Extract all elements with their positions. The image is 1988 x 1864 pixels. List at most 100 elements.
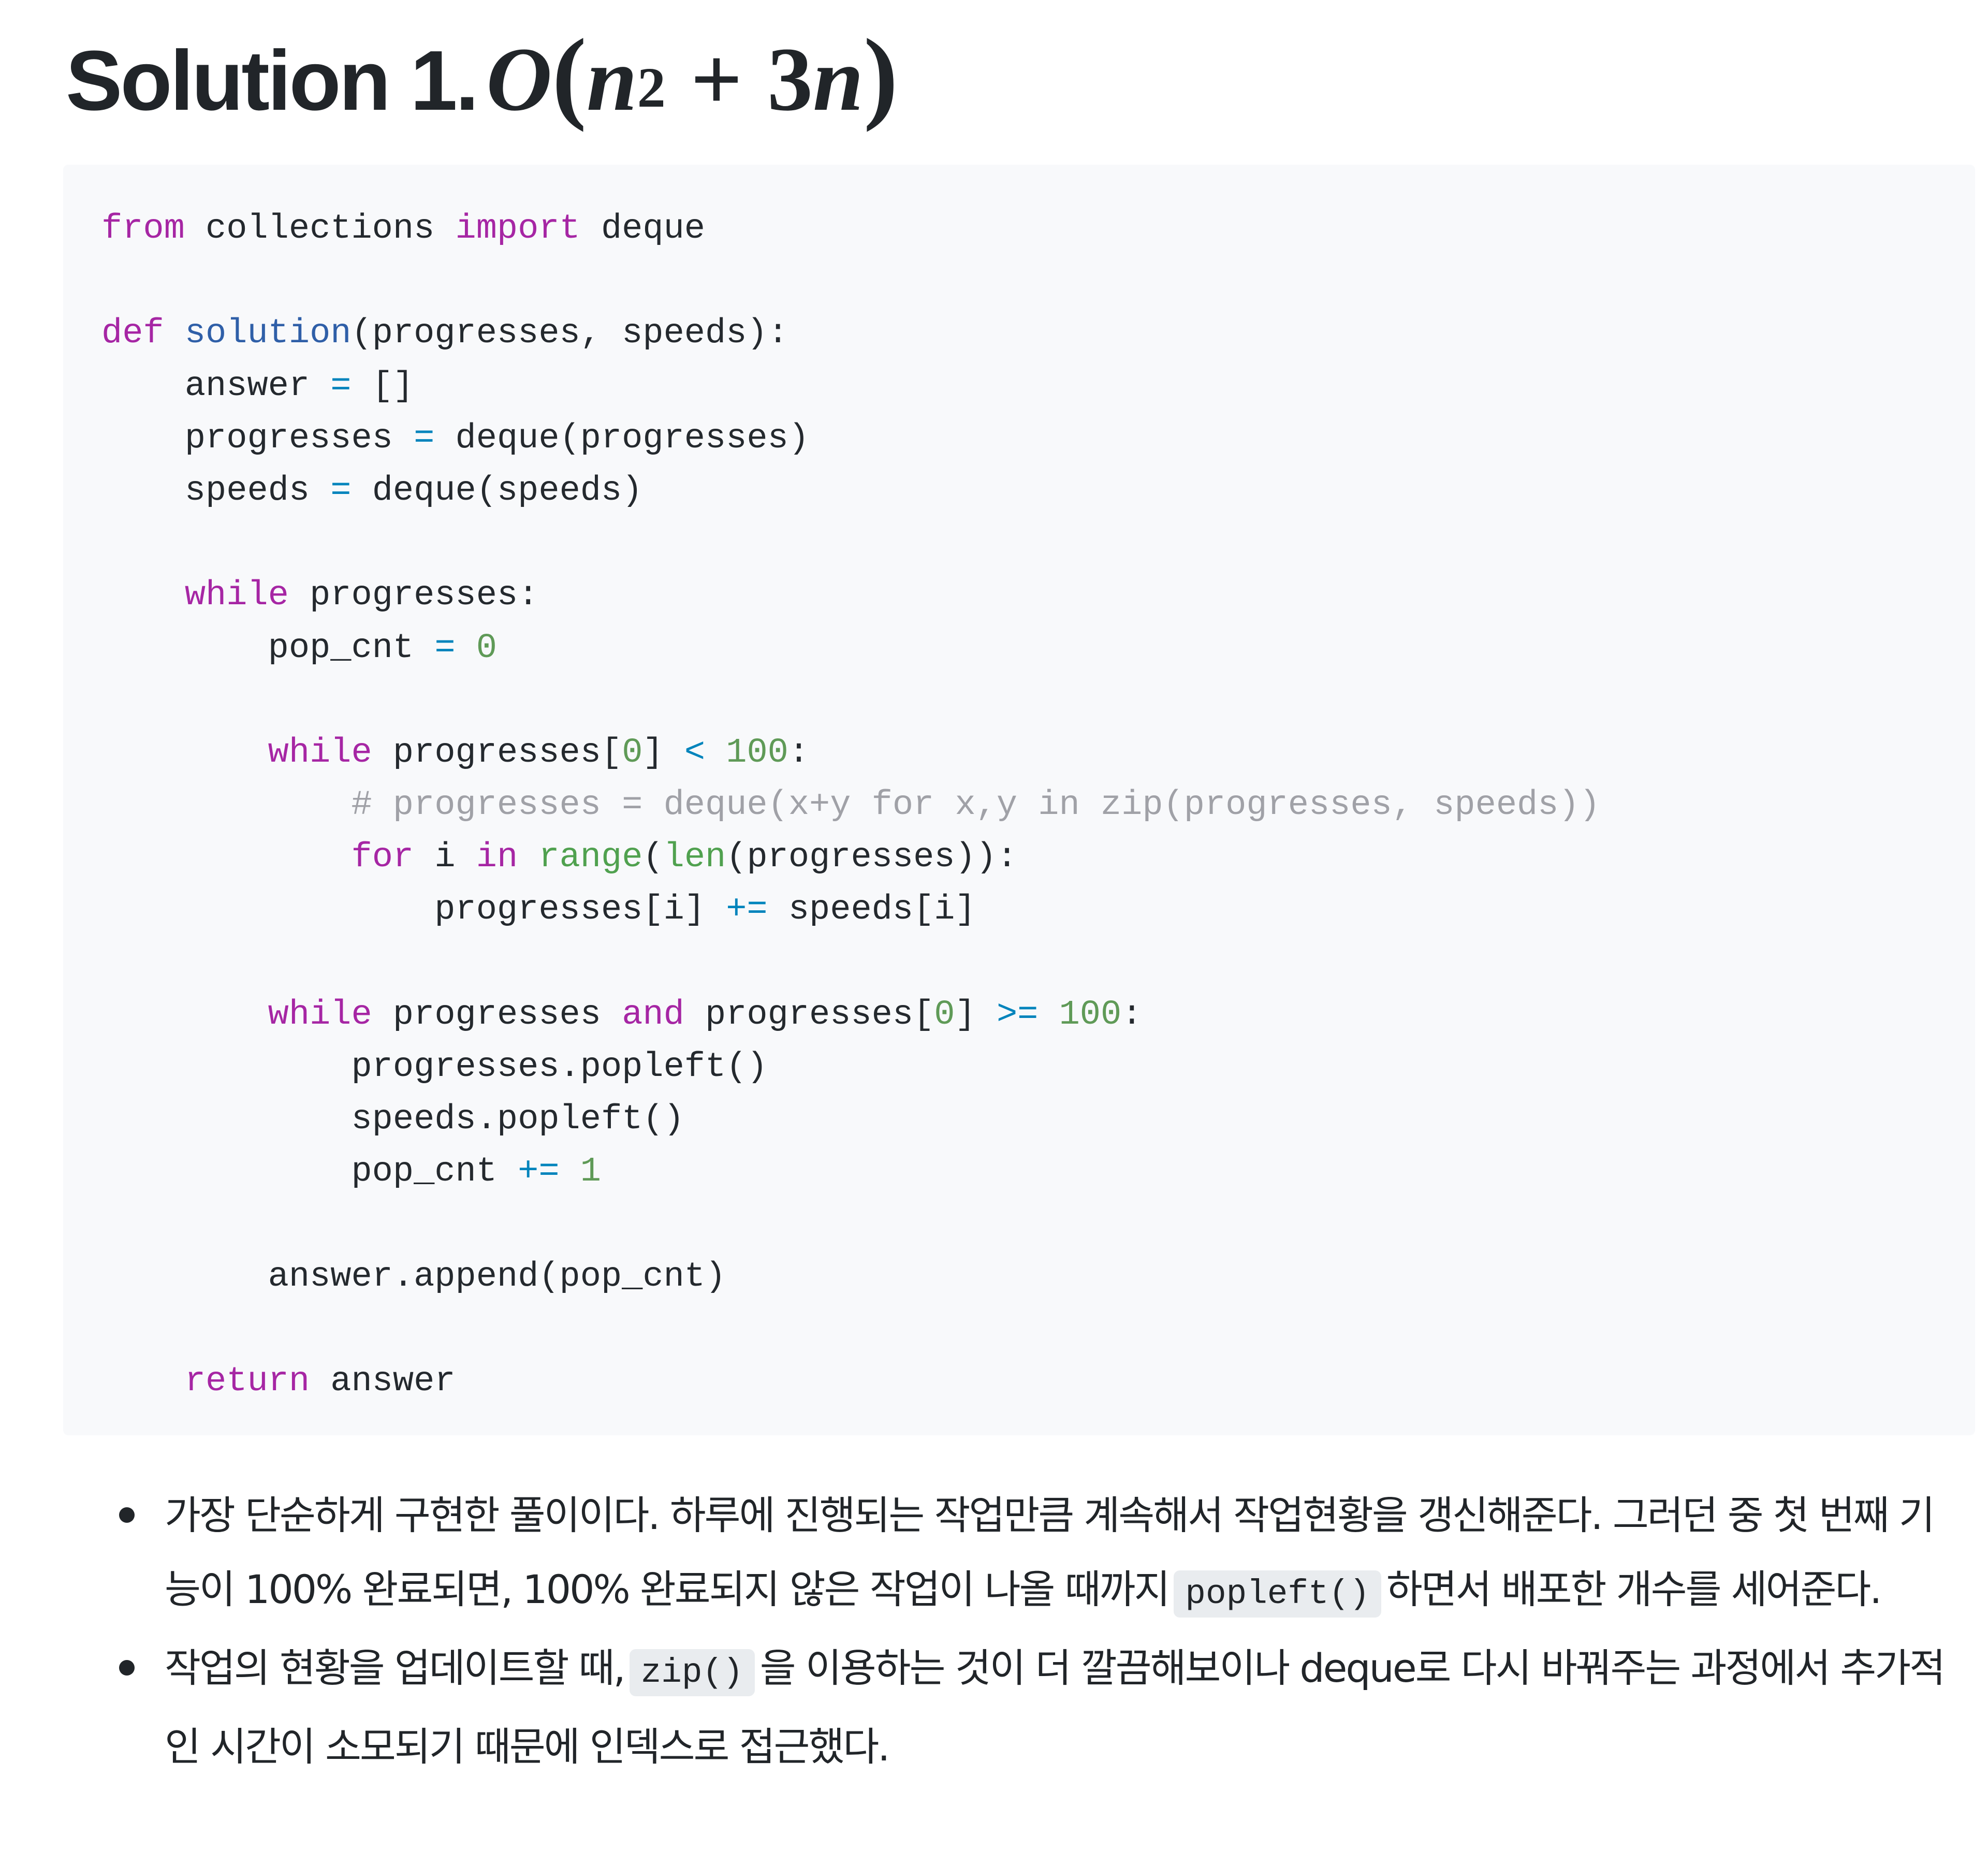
code-token-plain: answer <box>101 366 331 406</box>
code-token-keyword: in <box>476 838 518 878</box>
code-line: answer.append(pop_cnt) <box>101 1251 1600 1303</box>
code-token-keyword: return <box>184 1362 310 1402</box>
code-token-builtin: len <box>663 838 726 878</box>
code-token-op: = <box>330 366 352 406</box>
code-token-number: 0 <box>622 733 643 773</box>
code-block[interactable]: from collections import deque def soluti… <box>63 165 1975 1435</box>
inline-code-popleft: popleft() <box>1174 1570 1381 1618</box>
code-token-number: 100 <box>726 733 788 773</box>
code-token-plain: (progresses, speeds): <box>351 314 788 354</box>
code-token-op: = <box>330 471 352 511</box>
code-token-plain: ] <box>642 733 684 773</box>
code-line: while progresses: <box>101 570 1600 622</box>
code-token-number: 100 <box>1059 995 1122 1035</box>
code-token-plain: progresses.popleft() <box>101 1047 768 1087</box>
code-token-plain: progresses <box>372 995 622 1035</box>
code-line: for i in range(len(progresses)): <box>101 832 1600 884</box>
list-item-text: 작업의 현황을 업데이트할 때, zip() 을 이용하는 것이 더 깔끔해보이나 … <box>165 1631 1946 1784</box>
list-item: 가장 단순하게 구현한 풀이이다. 하루에 진행되는 작업만큼 계속해서 작업현… <box>104 1478 1967 1631</box>
bullet-icon <box>119 1660 135 1676</box>
coefficient: 3 <box>767 29 813 130</box>
code-line: while progresses and progresses[0] >= 10… <box>101 989 1600 1041</box>
code-line: progresses.popleft() <box>101 1041 1600 1094</box>
close-paren: ) <box>863 18 898 133</box>
code-token-comment: # progresses = deque(x+y for x,y in zip(… <box>351 785 1600 825</box>
code-token-keyword: while <box>184 576 289 616</box>
inline-code-zip: zip() <box>629 1649 755 1696</box>
code-token-keyword: import <box>455 209 580 249</box>
code-token-plain: answer <box>310 1362 456 1402</box>
code-token-number: 0 <box>934 995 955 1035</box>
code-token-keyword: from <box>101 209 185 249</box>
big-o-symbol: O <box>486 29 552 130</box>
code-token-plain: speeds <box>101 471 331 511</box>
code-line: answer = [] <box>101 360 1600 413</box>
code-token-keyword: while <box>268 995 372 1035</box>
explanation-list: 가장 단순하게 구현한 풀이이다. 하루에 진행되는 작업만큼 계속해서 작업현… <box>104 1478 1967 1784</box>
list-item-text: 가장 단순하게 구현한 풀이이다. 하루에 진행되는 작업만큼 계속해서 작업현… <box>165 1478 1946 1631</box>
code-token-number: 1 <box>580 1152 601 1192</box>
code-token-op: >= <box>996 995 1039 1035</box>
code-line: # progresses = deque(x+y for x,y in zip(… <box>101 779 1600 832</box>
code-token-keyword: for <box>351 838 414 878</box>
solution-heading: Solution 1. O ( n 2 + 3 n ) <box>66 16 898 135</box>
code-token-plain: ] <box>955 995 997 1035</box>
code-token-plain: progresses[ <box>684 995 934 1035</box>
code-line: return answer <box>101 1356 1600 1408</box>
code-line: progresses = deque(progresses) <box>101 413 1600 465</box>
open-paren: ( <box>552 18 587 133</box>
text-segment: 하면서 배포한 개수를 세어준다. <box>1386 1566 1882 1612</box>
code-token-plain: progresses <box>101 418 414 458</box>
code-token-plain: i <box>414 838 476 878</box>
code-token-plain: (progresses)): <box>726 838 1018 878</box>
code-line: from collections import deque <box>101 203 1600 255</box>
code-token-plain: pop_cnt <box>101 1152 518 1192</box>
code-line: pop_cnt += 1 <box>101 1146 1600 1198</box>
base-variable: n <box>586 29 637 130</box>
code-line: progresses[i] += speeds[i] <box>101 884 1600 936</box>
code-token-plain: [] <box>351 366 414 406</box>
code-line: def solution(progresses, speeds): <box>101 308 1600 360</box>
code-token-plain: speeds.popleft() <box>101 1100 684 1140</box>
code-token-plain: pop_cnt <box>101 628 435 668</box>
code-token-plain: speeds[i] <box>767 890 976 930</box>
code-token-func: solution <box>184 314 352 354</box>
code-token-op: += <box>518 1152 560 1192</box>
code-token-number: 0 <box>476 628 497 668</box>
list-item: 작업의 현황을 업데이트할 때, zip() 을 이용하는 것이 더 깔끔해보이나 … <box>104 1631 1967 1784</box>
code-token-keyword: def <box>101 314 164 354</box>
code-line: while progresses[0] < 100: <box>101 727 1600 779</box>
complexity-formula: O ( n 2 + 3 n ) <box>486 16 898 135</box>
code-token-plain: deque(speeds) <box>351 471 643 511</box>
bullet-icon <box>119 1507 135 1523</box>
code-token-plain: answer.append(pop_cnt) <box>101 1257 726 1297</box>
code-token-plain: progresses[i] <box>101 890 726 930</box>
code-content[interactable]: from collections import deque def soluti… <box>101 203 1600 1408</box>
code-token-plain: : <box>788 733 810 773</box>
code-token-op: += <box>726 890 768 930</box>
code-line: speeds = deque(speeds) <box>101 465 1600 517</box>
code-token-keyword: and <box>622 995 684 1035</box>
text-segment: 작업의 현황을 업데이트할 때, <box>165 1645 626 1691</box>
code-token-op: < <box>684 733 706 773</box>
code-token-plain: deque <box>580 209 706 249</box>
code-token-plain: progresses: <box>288 576 539 616</box>
plus-operator: + <box>690 29 743 130</box>
